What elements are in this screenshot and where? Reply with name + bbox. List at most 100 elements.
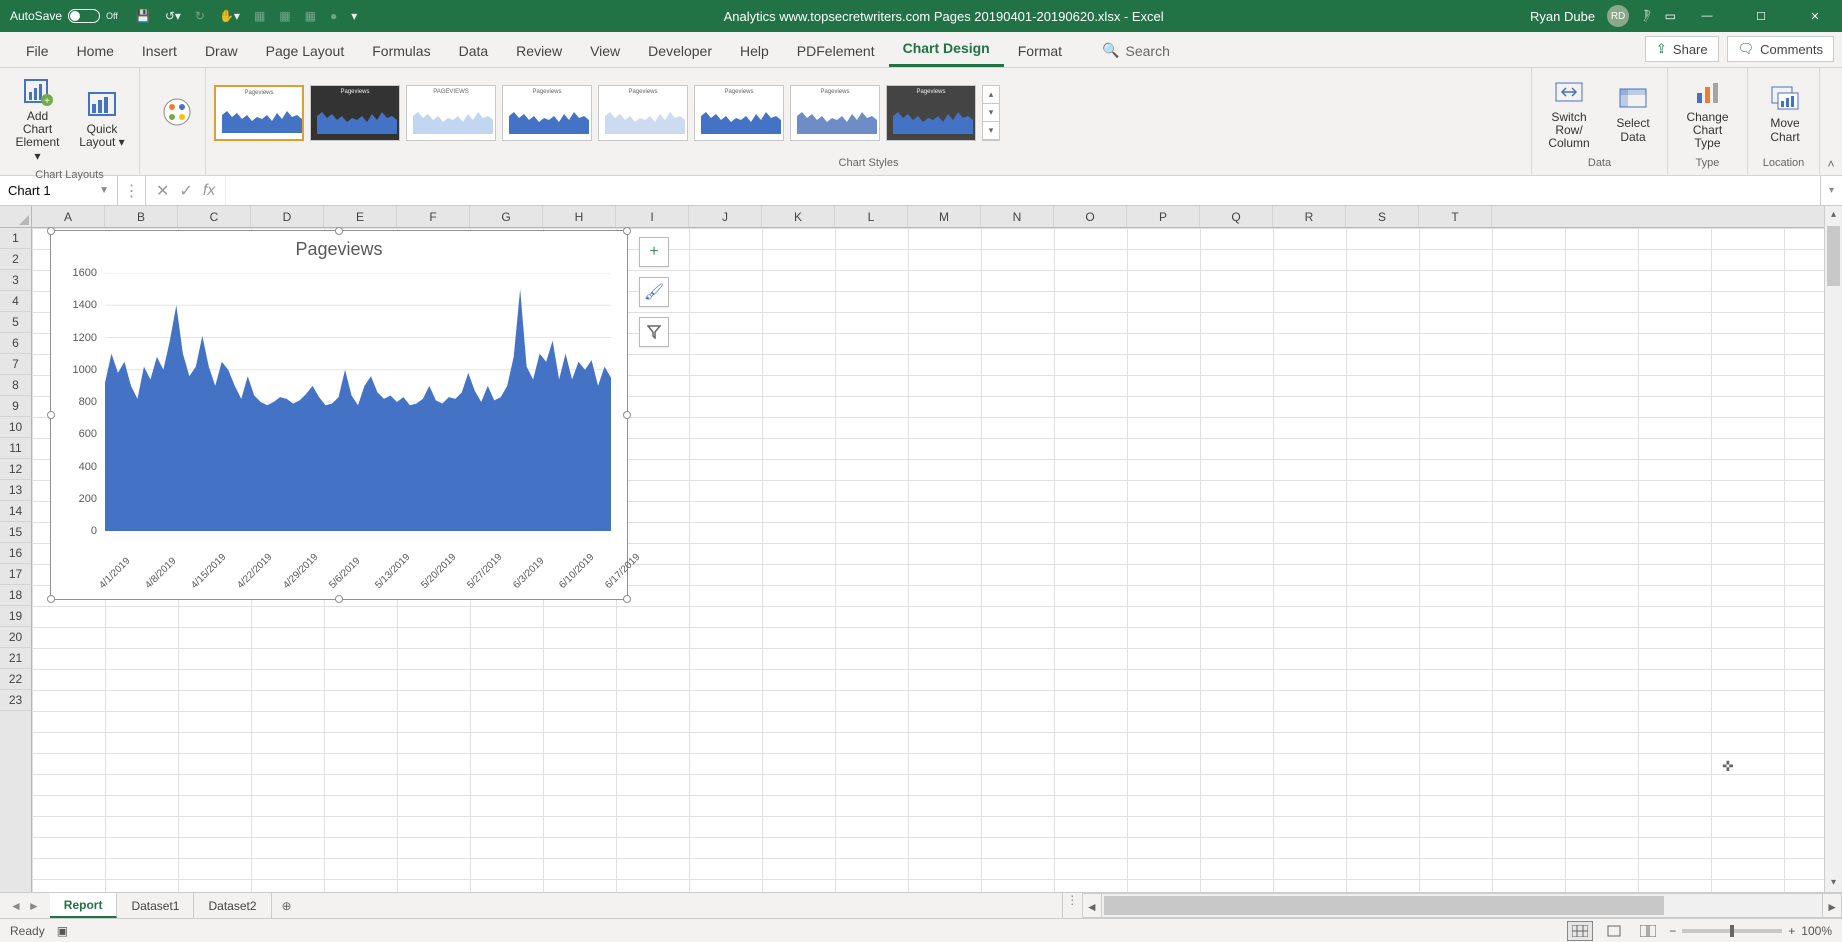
new-sheet-button[interactable]: ⊕: [272, 893, 302, 918]
chart-y-axis[interactable]: 02004006008001000120014001600: [61, 273, 101, 531]
row-header[interactable]: 8: [0, 375, 31, 396]
row-header[interactable]: 6: [0, 333, 31, 354]
column-header[interactable]: N: [981, 206, 1054, 227]
table-icon[interactable]: ▦: [279, 9, 290, 23]
minimize-button[interactable]: —: [1684, 0, 1730, 32]
horizontal-scrollbar[interactable]: ◄ ►: [1082, 893, 1842, 918]
tab-format[interactable]: Format: [1004, 35, 1076, 67]
search-box[interactable]: 🔍 Search: [1090, 34, 1182, 67]
tab-view[interactable]: View: [576, 35, 634, 67]
column-header[interactable]: E: [324, 206, 397, 227]
row-header[interactable]: 3: [0, 270, 31, 291]
ribbon-display-icon[interactable]: ▭: [1665, 9, 1676, 23]
row-header[interactable]: 17: [0, 564, 31, 585]
row-header[interactable]: 13: [0, 480, 31, 501]
tab-data[interactable]: Data: [445, 35, 503, 67]
chart-style-7[interactable]: Pageviews: [790, 85, 880, 141]
record-icon[interactable]: ●: [330, 9, 337, 23]
chart-style-4[interactable]: Pageviews: [502, 85, 592, 141]
add-chart-element-button[interactable]: + Add Chart Element ▾: [8, 72, 67, 165]
move-chart-button[interactable]: Move Chart: [1756, 79, 1814, 145]
row-header[interactable]: 9: [0, 396, 31, 417]
embedded-chart[interactable]: + 🖌 Pageviews 02004006008001000120014001…: [50, 230, 628, 600]
chart-plot-area[interactable]: [105, 273, 611, 531]
column-header[interactable]: M: [908, 206, 981, 227]
column-header[interactable]: G: [470, 206, 543, 227]
styles-scroll[interactable]: ▴▾▾: [982, 85, 1000, 141]
row-header[interactable]: 22: [0, 669, 31, 690]
view-normal-button[interactable]: [1567, 921, 1593, 941]
row-header[interactable]: 1: [0, 228, 31, 249]
row-header[interactable]: 5: [0, 312, 31, 333]
chart-style-5[interactable]: Pageviews: [598, 85, 688, 141]
quick-layout-button[interactable]: Quick Layout ▾: [73, 85, 131, 151]
column-header[interactable]: F: [397, 206, 470, 227]
view-page-break-button[interactable]: [1635, 921, 1661, 941]
cancel-formula-icon[interactable]: ✕: [156, 181, 169, 201]
macro-record-icon[interactable]: ▣: [57, 924, 68, 938]
autosave-toggle[interactable]: AutoSave Off: [10, 9, 118, 23]
tab-chart-design[interactable]: Chart Design: [889, 32, 1004, 67]
row-header[interactable]: 10: [0, 417, 31, 438]
column-header[interactable]: I: [616, 206, 689, 227]
tab-review[interactable]: Review: [502, 35, 576, 67]
row-header[interactable]: 20: [0, 627, 31, 648]
insert-icon[interactable]: ▦: [305, 9, 316, 23]
chart-style-2[interactable]: Pageviews: [310, 85, 400, 141]
chart-elements-button[interactable]: +: [639, 237, 669, 267]
row-header[interactable]: 21: [0, 648, 31, 669]
row-header[interactable]: 16: [0, 543, 31, 564]
qat-dropdown-icon[interactable]: ▾: [351, 9, 357, 23]
row-header[interactable]: 19: [0, 606, 31, 627]
tab-help[interactable]: Help: [726, 35, 783, 67]
select-data-button[interactable]: Select Data: [1604, 79, 1662, 145]
chart-title[interactable]: Pageviews: [51, 239, 627, 260]
select-all-cells[interactable]: [0, 206, 31, 228]
account-avatar[interactable]: RD: [1607, 5, 1629, 27]
column-header[interactable]: K: [762, 206, 835, 227]
column-header[interactable]: L: [835, 206, 908, 227]
column-header[interactable]: T: [1419, 206, 1492, 227]
sheet-tab-dataset2[interactable]: Dataset2: [194, 893, 271, 918]
column-header[interactable]: Q: [1200, 206, 1273, 227]
change-chart-type-button[interactable]: Change Chart Type: [1676, 73, 1739, 153]
tab-insert[interactable]: Insert: [128, 35, 191, 67]
column-header[interactable]: J: [689, 206, 762, 227]
zoom-in-button[interactable]: +: [1788, 924, 1795, 938]
chart-filters-button[interactable]: [639, 317, 669, 347]
sheet-nav-next[interactable]: ►: [28, 899, 40, 913]
tab-file[interactable]: File: [12, 35, 63, 67]
chart-styles-button[interactable]: 🖌: [639, 277, 669, 307]
column-header[interactable]: P: [1127, 206, 1200, 227]
redo-icon[interactable]: ↻: [195, 9, 205, 23]
vertical-scrollbar[interactable]: ▴ ▾: [1824, 206, 1842, 892]
zoom-out-button[interactable]: −: [1669, 924, 1676, 938]
name-box[interactable]: Chart 1▼: [0, 176, 118, 205]
column-header[interactable]: R: [1273, 206, 1346, 227]
undo-icon[interactable]: ↺▾: [165, 9, 181, 23]
account-name[interactable]: Ryan Dube: [1530, 9, 1595, 24]
fx-icon[interactable]: fx: [203, 182, 215, 200]
zoom-slider[interactable]: [1682, 929, 1782, 933]
chart-style-6[interactable]: Pageviews: [694, 85, 784, 141]
maximize-button[interactable]: ☐: [1738, 0, 1784, 32]
sheet-nav-prev[interactable]: ◄: [10, 899, 22, 913]
tab-home[interactable]: Home: [63, 35, 128, 67]
column-header[interactable]: A: [32, 206, 105, 227]
chart-style-3[interactable]: PAGEVIEWS: [406, 85, 496, 141]
close-button[interactable]: ✕: [1792, 0, 1838, 32]
column-header[interactable]: S: [1346, 206, 1419, 227]
collapse-ribbon-button[interactable]: ˄: [1820, 68, 1842, 175]
row-header[interactable]: 2: [0, 249, 31, 270]
row-header[interactable]: 14: [0, 501, 31, 522]
enter-formula-icon[interactable]: ✓: [179, 181, 192, 201]
comments-button[interactable]: 🗨Comments: [1727, 36, 1834, 62]
view-page-layout-button[interactable]: [1601, 921, 1627, 941]
tab-page-layout[interactable]: Page Layout: [252, 35, 359, 67]
chart-style-1[interactable]: Pageviews: [214, 85, 304, 141]
column-header[interactable]: C: [178, 206, 251, 227]
tab-draw[interactable]: Draw: [191, 35, 252, 67]
border-icon[interactable]: ▦: [254, 9, 265, 23]
sheet-tab-report[interactable]: Report: [50, 893, 118, 918]
zoom-level[interactable]: 100%: [1801, 924, 1832, 938]
